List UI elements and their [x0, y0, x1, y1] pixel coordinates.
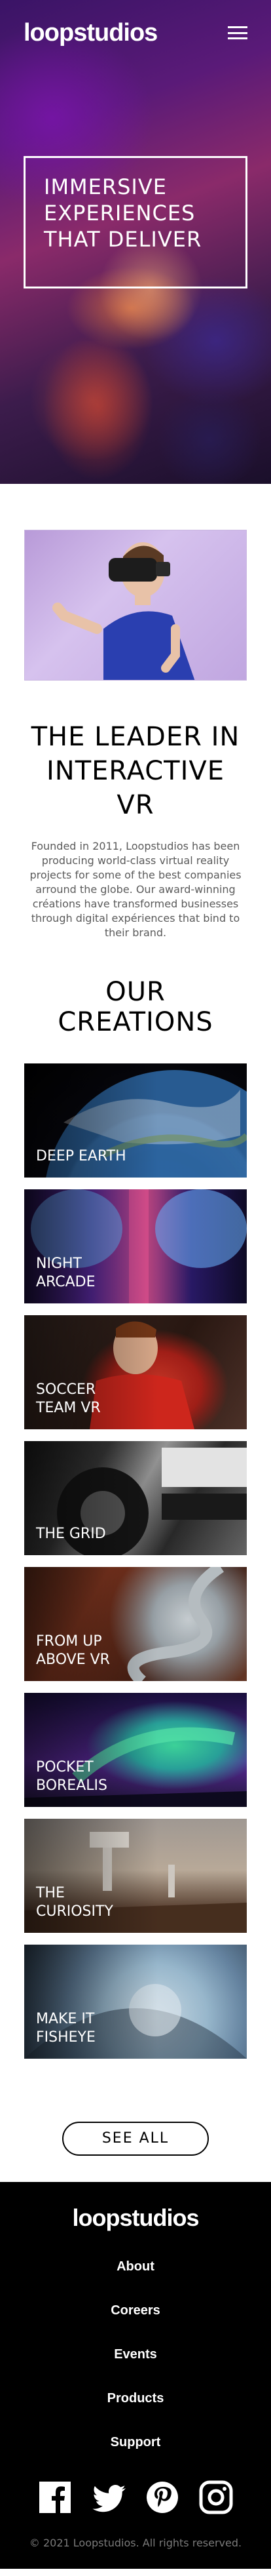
site-logo[interactable]: loopstudios: [24, 19, 158, 47]
vr-headset-image: [24, 530, 247, 681]
footer-link-products[interactable]: Products: [0, 2377, 271, 2421]
creations-section: Our creations Deep earth Night arcade So…: [0, 940, 271, 2182]
copyright-text: © 2021 Loopstudios. All rights reserved.: [29, 2537, 242, 2549]
creation-card-pocket-borealis[interactable]: Pocket borealis: [24, 1693, 247, 1807]
social-links: [0, 2480, 271, 2514]
footer-link-events[interactable]: Events: [0, 2333, 271, 2377]
creation-label: Make it fisheye: [36, 2011, 96, 2046]
vr-person-illustration: [52, 542, 195, 680]
creation-card-deep-earth[interactable]: Deep earth: [24, 1063, 247, 1178]
intro-title: The leader in interactive VR: [31, 722, 240, 820]
footer-nav: About Coreers Events Products Support: [0, 2245, 271, 2465]
twitter-icon[interactable]: [92, 2480, 126, 2514]
creations-title: Our creations: [58, 977, 213, 1037]
footer-link-support[interactable]: Support: [0, 2421, 271, 2465]
hero-section: loopstudios Immersive experiences that d…: [0, 0, 271, 484]
footer: loopstudios About Coreers Events Product…: [0, 2182, 271, 2569]
see-all-wrapper: See all: [24, 2071, 247, 2182]
creation-label: The grid: [36, 1526, 106, 1542]
creation-label: Soccer team VR: [36, 1381, 101, 1416]
intro-section: The leader in interactive VR Founded in …: [0, 484, 271, 940]
creation-label: The curiosity: [36, 1885, 113, 1920]
menu-line: [228, 26, 247, 28]
creation-label: Night arcade: [36, 1256, 96, 1290]
hero-background-glow: [26, 341, 157, 459]
footer-link-careers[interactable]: Coreers: [0, 2289, 271, 2333]
creation-card-the-grid[interactable]: The grid: [24, 1441, 247, 1555]
pinterest-icon[interactable]: [145, 2480, 179, 2514]
footer-link-about[interactable]: About: [0, 2245, 271, 2289]
hamburger-menu-icon[interactable]: [228, 26, 247, 39]
creation-label: Pocket borealis: [36, 1759, 107, 1794]
menu-line: [228, 31, 247, 34]
facebook-icon[interactable]: [38, 2480, 72, 2514]
creation-label: Deep earth: [36, 1148, 126, 1164]
intro-body: Founded in 2011, Loopstudios has been pr…: [29, 840, 242, 939]
hero-background-shadow: [151, 393, 268, 484]
hero-headline: Immersive experiences that deliver: [44, 174, 202, 252]
see-all-button[interactable]: See all: [62, 2122, 209, 2156]
creation-card-the-curiosity[interactable]: The curiosity: [24, 1819, 247, 1933]
menu-line: [228, 37, 247, 39]
creation-label: From up above VR: [36, 1633, 110, 1668]
creation-card-from-up-above-vr[interactable]: From up above VR: [24, 1567, 247, 1681]
hero-headline-box: Immersive experiences that deliver: [24, 156, 247, 288]
creation-card-night-arcade[interactable]: Night arcade: [24, 1189, 247, 1303]
footer-logo[interactable]: loopstudios: [0, 2204, 271, 2232]
top-navigation: loopstudios: [0, 0, 271, 66]
creation-card-make-it-fisheye[interactable]: Make it fisheye: [24, 1945, 247, 2059]
instagram-icon[interactable]: [199, 2480, 233, 2514]
creation-card-soccer-team-vr[interactable]: Soccer team VR: [24, 1315, 247, 1429]
